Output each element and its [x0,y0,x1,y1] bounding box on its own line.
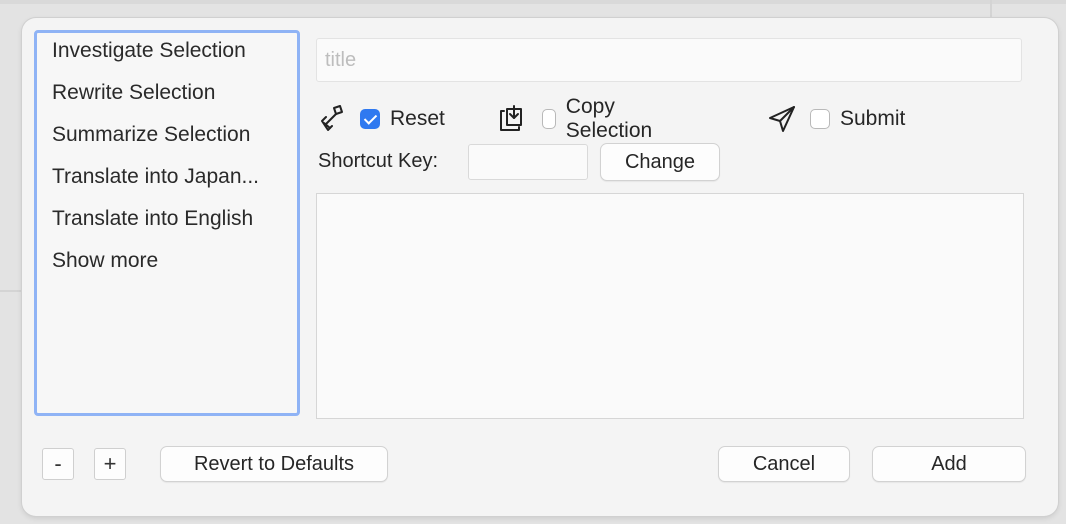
backdrop-divider-left [0,290,22,292]
copy-download-icon [496,104,526,134]
shortcut-key-label: Shortcut Key: [318,150,439,172]
list-item[interactable]: Rewrite Selection [37,79,297,121]
revert-to-defaults-button[interactable]: Revert to Defaults [160,446,388,482]
list-item[interactable]: Translate into Japan... [37,163,297,205]
copy-selection-option: Copy Selection [496,95,658,142]
reset-checkbox[interactable] [360,109,380,129]
copy-selection-checkbox[interactable] [542,109,556,129]
cancel-button[interactable]: Cancel [718,446,850,482]
change-shortcut-button[interactable]: Change [600,143,720,181]
list-item[interactable]: Investigate Selection [37,37,297,79]
backdrop-divider [990,0,992,18]
reset-option: Reset [318,102,445,136]
prompt-list[interactable]: Investigate Selection Rewrite Selection … [34,30,300,416]
shortcut-key-field[interactable] [468,144,588,180]
copy-selection-label: Copy Selection [565,95,653,142]
list-item[interactable]: Summarize Selection [37,121,297,163]
submit-checkbox[interactable] [810,109,830,129]
add-item-button[interactable]: + [94,448,126,480]
title-input[interactable] [316,38,1022,82]
list-item-show-more[interactable]: Show more [37,247,297,289]
prompt-text-area[interactable] [316,193,1024,419]
reset-label: Reset [390,107,445,130]
submit-option: Submit [766,102,905,136]
add-prompt-dialog: Investigate Selection Rewrite Selection … [22,18,1058,516]
paper-plane-icon [766,103,798,135]
submit-label: Submit [840,107,906,130]
list-item[interactable]: Translate into English [37,205,297,247]
broom-icon [318,104,348,134]
remove-item-button[interactable]: - [42,448,74,480]
backdrop-top [0,0,1066,4]
add-button[interactable]: Add [872,446,1026,482]
